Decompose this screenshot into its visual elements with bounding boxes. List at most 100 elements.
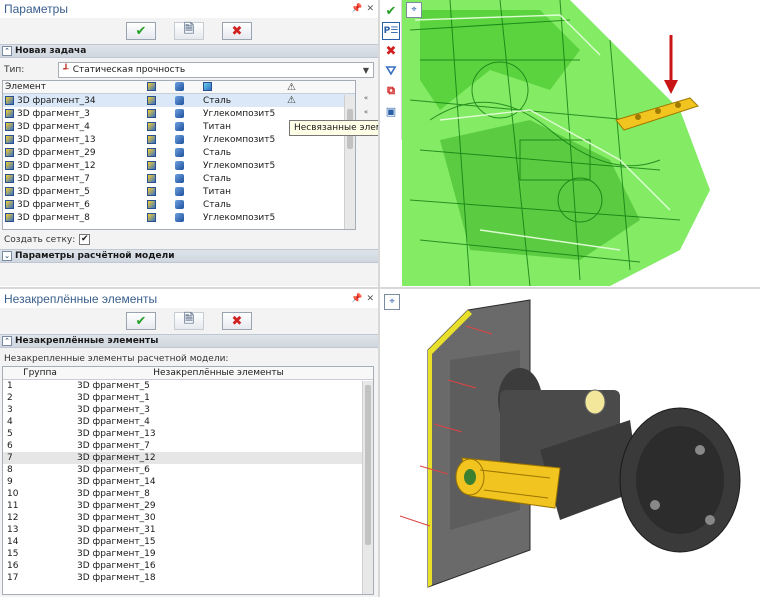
- model-viewport-top[interactable]: ✔ P☰ ✖ ⛛ ⧉ ▣ ⌖: [380, 0, 760, 286]
- section-model-params[interactable]: ⌄ Параметры расчётной модели: [0, 249, 378, 263]
- section-new-task[interactable]: ⌃ Новая задача: [0, 44, 378, 58]
- element-name: 3D фрагмент_12: [3, 160, 145, 171]
- table-row[interactable]: 3 3D фрагмент_3: [3, 404, 373, 416]
- view-orient-icon[interactable]: ⌖: [384, 294, 400, 310]
- table-row[interactable]: 7 3D фрагмент_12: [3, 452, 373, 464]
- table-row[interactable]: 3D фрагмент_8 Углекомпозит5: [3, 211, 355, 224]
- ok-button[interactable]: ✔: [126, 22, 156, 40]
- section-label: Новая задача: [15, 46, 87, 56]
- group-number: 14: [7, 537, 19, 547]
- part-icon: [145, 186, 173, 197]
- parameters-panel: Параметры 📌 ✕ ✔ 🗎 ✖ ⌃ Новая задача Тип: …: [0, 0, 378, 286]
- side-button-a[interactable]: «: [358, 94, 374, 108]
- fixation-icon: [173, 121, 201, 132]
- part-icon: [5, 108, 14, 118]
- element-name: 3D фрагмент_4: [3, 121, 145, 132]
- table-row[interactable]: 3D фрагмент_6 Сталь: [3, 198, 355, 211]
- type-label: Тип:: [4, 65, 25, 75]
- ok-button[interactable]: ✔: [126, 312, 156, 330]
- group-number: 2: [7, 393, 13, 403]
- table-row[interactable]: 12 3D фрагмент_30: [3, 512, 373, 524]
- element-name: 3D фрагмент_16: [77, 561, 156, 571]
- check-icon[interactable]: ✔: [382, 2, 400, 20]
- table-row[interactable]: 3D фрагмент_29 Сталь: [3, 146, 355, 159]
- table-header: Элемент ⚠: [3, 81, 355, 94]
- part-icon: [5, 160, 14, 170]
- fixation-icon: [173, 147, 201, 158]
- table-row[interactable]: 8 3D фрагмент_6: [3, 464, 373, 476]
- table-row[interactable]: 15 3D фрагмент_19: [3, 548, 373, 560]
- group-number: 16: [7, 561, 19, 571]
- chevron-down-icon[interactable]: ▼: [363, 66, 369, 75]
- material: Сталь: [203, 199, 232, 210]
- table-row[interactable]: 14 3D фрагмент_15: [3, 536, 373, 548]
- parts-icon[interactable]: ⧉: [382, 82, 400, 100]
- table-row[interactable]: 13 3D фрагмент_31: [3, 524, 373, 536]
- material-col-icon: [201, 82, 285, 92]
- table-row[interactable]: 6 3D фрагмент_7: [3, 440, 373, 452]
- unfixed-table: Группа Незакреплённые элементы 1 3D фрагм…: [2, 366, 374, 595]
- table-row[interactable]: 3D фрагмент_7 Сталь: [3, 172, 355, 185]
- table-row[interactable]: 2 3D фрагмент_1: [3, 392, 373, 404]
- unconnected-icon[interactable]: ▣: [382, 102, 400, 120]
- assembly-model: [399, 299, 741, 588]
- collapse-icon[interactable]: ⌃: [2, 46, 12, 56]
- table-row[interactable]: 1 3D фрагмент_5: [3, 380, 373, 392]
- part-icon: [145, 147, 173, 158]
- group-number: 15: [7, 549, 19, 559]
- element-name: 3D фрагмент_3: [3, 108, 145, 119]
- table-row[interactable]: 9 3D фрагмент_14: [3, 476, 373, 488]
- viewport-toolbar: ✔ P☰ ✖ ⛛ ⧉ ▣: [380, 0, 402, 140]
- unfixed-elements-panel: Незакреплённые элементы 📌 ✕ ✔ 🗎 ✖ ⌃ Неза…: [0, 290, 378, 597]
- fixation-icon: [173, 173, 201, 184]
- mesh-checkbox[interactable]: ✔: [79, 234, 91, 245]
- preview-icon: 🗎: [183, 22, 195, 37]
- panel-title: Параметры: [4, 2, 68, 16]
- model-viewport-bottom[interactable]: ⌖: [380, 290, 760, 597]
- table-row[interactable]: 4 3D фрагмент_4: [3, 416, 373, 428]
- table-row[interactable]: 16 3D фрагмент_16: [3, 560, 373, 572]
- group-number: 5: [7, 429, 13, 439]
- preview-button[interactable]: 🗎: [174, 22, 204, 40]
- element-name: 3D фрагмент_5: [3, 186, 145, 197]
- table-row[interactable]: 3D фрагмент_3 Углекомпозит5: [3, 107, 355, 120]
- pin-icon[interactable]: 📌: [351, 4, 362, 14]
- table-row[interactable]: 5 3D фрагмент_13: [3, 428, 373, 440]
- table-header: Группа Незакреплённые элементы: [3, 367, 373, 380]
- unconnected-tooltip: Несвязанные элементы: [289, 120, 378, 136]
- pin-icon[interactable]: 📌: [351, 294, 362, 304]
- properties-icon[interactable]: P☰: [382, 22, 400, 40]
- close-icon[interactable]: ✕: [366, 4, 374, 14]
- filter-icon[interactable]: ⛛: [382, 62, 400, 80]
- expand-icon[interactable]: ⌄: [2, 251, 12, 261]
- analysis-type-select[interactable]: ┹ Статическая прочность ▼: [58, 62, 374, 78]
- cancel-button[interactable]: ✖: [222, 22, 252, 40]
- fixation-icon: [173, 212, 201, 223]
- cancel-icon[interactable]: ✖: [382, 42, 400, 60]
- table-row[interactable]: 10 3D фрагмент_8: [3, 488, 373, 500]
- group-number: 6: [7, 441, 13, 451]
- table-row[interactable]: 3D фрагмент_12 Углекомпозит5: [3, 159, 355, 172]
- table-scrollbar[interactable]: [344, 95, 355, 229]
- view-orient-icon[interactable]: ⌖: [406, 2, 422, 18]
- table-row[interactable]: 17 3D фрагмент_18: [3, 572, 373, 584]
- element-name: 3D фрагмент_31: [77, 525, 156, 535]
- element-name: 3D фрагмент_7: [3, 173, 145, 184]
- vertical-divider: [378, 0, 380, 597]
- close-icon[interactable]: ✕: [366, 294, 374, 304]
- section-label: Параметры расчётной модели: [15, 251, 175, 261]
- cancel-button[interactable]: ✖: [222, 312, 252, 330]
- section-unfixed[interactable]: ⌃ Незакреплённые элементы: [0, 334, 378, 348]
- collapse-icon[interactable]: ⌃: [2, 336, 12, 346]
- part-icon: [5, 212, 14, 222]
- side-button-b[interactable]: «: [358, 108, 374, 122]
- table-row[interactable]: 3D фрагмент_34 Сталь ⚠: [3, 94, 355, 107]
- preview-button[interactable]: 🗎: [174, 312, 204, 330]
- table-row[interactable]: 11 3D фрагмент_29: [3, 500, 373, 512]
- table-scrollbar[interactable]: [362, 381, 373, 594]
- part-icon: [5, 134, 14, 144]
- material: Сталь: [203, 95, 232, 106]
- table-row[interactable]: 3D фрагмент_5 Титан: [3, 185, 355, 198]
- group-number: 4: [7, 417, 13, 427]
- part-icon: [145, 212, 173, 223]
